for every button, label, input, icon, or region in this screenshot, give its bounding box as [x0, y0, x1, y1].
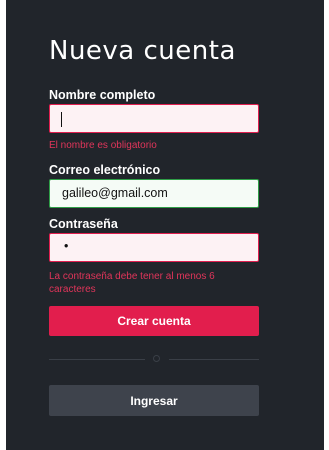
password-masked-value: • [64, 239, 69, 253]
password-label: Contraseña [49, 217, 118, 231]
email-field[interactable]: galileo@gmail.com [49, 179, 259, 208]
create-account-button[interactable]: Crear cuenta [49, 306, 259, 336]
text-caret [61, 112, 62, 127]
page-title: Nueva cuenta [49, 36, 236, 66]
name-field[interactable] [49, 104, 259, 133]
password-error-message: La contraseña debe tener al menos 6 cara… [49, 271, 215, 295]
email-value: galileo@gmail.com [62, 186, 168, 200]
divider-line-right [169, 359, 259, 360]
login-button[interactable]: Ingresar [49, 385, 259, 416]
password-field[interactable]: • [49, 233, 259, 262]
name-error-message: El nombre es obligatorio [49, 140, 157, 151]
divider-circle-icon [153, 355, 160, 362]
email-label: Correo electrónico [49, 163, 161, 177]
name-label: Nombre completo [49, 88, 156, 102]
divider-line-left [49, 359, 145, 360]
